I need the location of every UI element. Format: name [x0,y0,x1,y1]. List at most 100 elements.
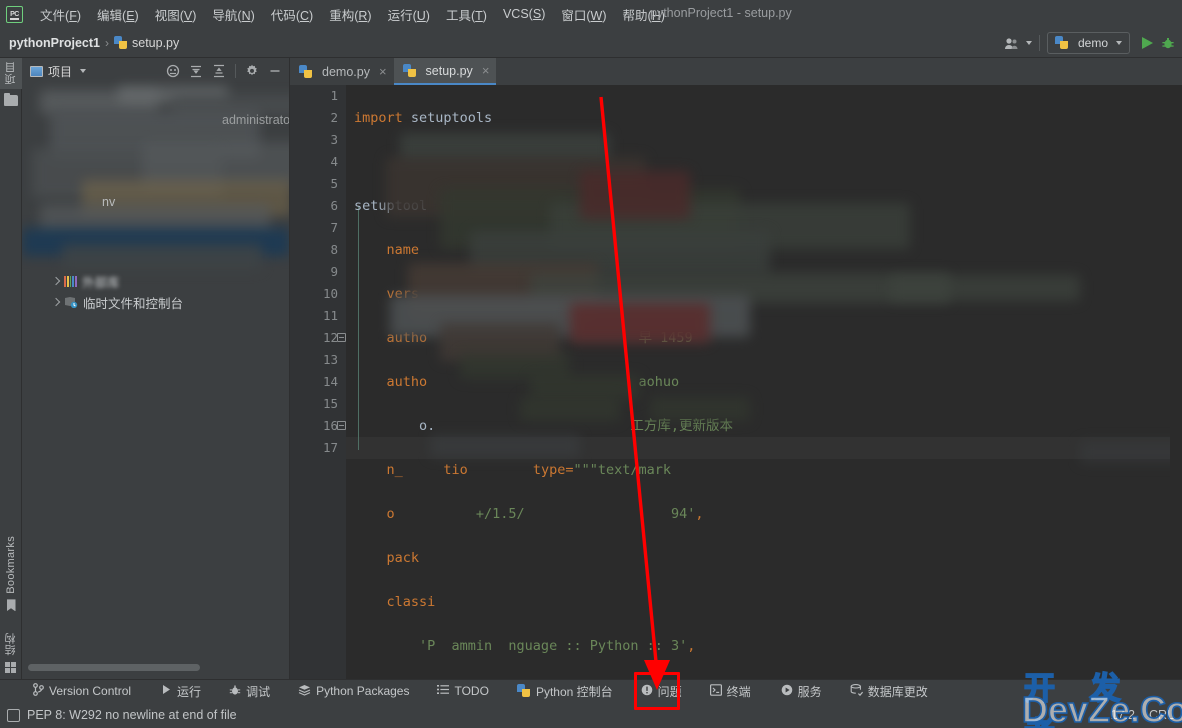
project-tree: administrato nv 外部库 临时文件和控制台 [22,84,289,654]
close-icon[interactable]: × [482,63,490,78]
menu-item-edit[interactable]: 编辑(E) [89,2,147,27]
project-panel-horizontal-scrollbar[interactable] [22,662,289,671]
debug-button[interactable] [1158,32,1178,54]
breadcrumb-file[interactable]: setup.py [132,36,179,50]
menu-item-vcs[interactable]: VCS(S) [495,4,553,24]
bug-icon [229,684,241,699]
run-configuration-selector[interactable]: demo [1046,32,1130,54]
tool-window-terminal[interactable]: 终端 [701,681,760,702]
line-number: 2 [330,110,338,125]
hide-panel-icon[interactable] [265,61,285,81]
code-line-13: 'P ammin nguage :: Python :: 3', [354,638,696,654]
tree-item-external-libraries[interactable]: 外部库 [50,271,120,291]
line-number: 14 [322,374,338,389]
tree-item-label: administrato [222,113,290,127]
tool-window-problems[interactable]: 问题 [632,681,691,702]
tool-window-label: 问题 [657,684,682,699]
branch-icon [33,683,44,699]
chevron-down-icon [1116,41,1122,45]
fold-marker-end[interactable] [337,421,346,430]
tool-window-python-packages[interactable]: Python Packages [289,682,418,701]
menu-label: 工具 [445,8,471,23]
sidebar-item-bookmarks[interactable]: Bookmarks [0,532,22,616]
menu-item-refactor[interactable]: 重构(R) [321,2,379,27]
menu-item-navigate[interactable]: 导航(N) [204,2,262,27]
menu-item-tools[interactable]: 工具(T) [438,2,495,27]
project-window-icon [30,65,43,77]
expand-all-icon[interactable] [186,61,206,81]
tool-window-database-changes[interactable]: 数据库更改 [841,681,937,702]
warning-icon [641,684,653,699]
gear-icon[interactable] [242,61,262,81]
tool-window-label: 运行 [177,684,202,699]
tree-item-scratches-and-consoles[interactable]: 临时文件和控制台 [50,292,183,312]
tab-setup-py[interactable]: setup.py × [393,58,497,85]
status-bar: PEP 8: W292 no newline at end of file 17… [0,702,1182,728]
tool-window-version-control[interactable]: Version Control [24,681,140,701]
packages-icon [298,684,311,699]
tool-window-todo[interactable]: TODO [428,682,497,700]
menu-mnemonic: S [532,7,542,21]
divider [1038,35,1040,51]
menu-item-view[interactable]: 视图(V) [147,2,205,27]
menu-item-file[interactable]: 文件(F) [32,2,89,27]
caret-position[interactable]: 17:2 [1111,708,1135,722]
python-file-icon [114,35,128,50]
line-number: 11 [322,308,338,323]
tool-window-label: Python 控制台 [535,684,613,699]
tool-window-python-console[interactable]: Python 控制台 [508,681,622,702]
code-line-5: vers [354,286,420,302]
code-text: import setuptools setuptool name vers au… [354,85,736,679]
breadcrumb-project[interactable]: pythonProject1 [9,36,100,50]
menu-item-run[interactable]: 运行(U) [380,2,438,27]
tree-item-label: nv [102,195,116,209]
code-line-1: import setuptools [354,110,493,126]
tool-window-services[interactable]: 服务 [772,681,831,702]
sidebar-item-project[interactable]: 项目 [0,58,22,89]
tool-window-run[interactable]: 运行 [152,681,210,702]
sidebar-item-bookmarks-label: Bookmarks [5,535,17,594]
code-editor[interactable]: 1 2 3 4 5 6 7 8 9 10 11 12 13 14 15 16 1… [290,85,1182,679]
line-number: 1 [330,88,338,103]
tree-item-venv[interactable]: nv [102,192,115,212]
error-stripe-marker-bar[interactable] [1170,85,1182,679]
navigation-bar: pythonProject1 › setup.py demo [0,28,1182,58]
tree-item-administrator[interactable]: administrato [222,110,290,130]
menu-label: 窗口 [561,8,587,23]
project-view-selector[interactable]: 项目 [26,61,90,82]
line-number: 8 [330,242,338,257]
line-number: 16 [322,418,338,433]
people-chevron-down-icon[interactable] [1025,41,1032,45]
line-separator[interactable]: CRL [1149,708,1174,722]
project-tool-window: 项目 administrato nv 外部库 临时文件和控制台 [22,58,290,679]
fold-marker-classifiers[interactable] [337,333,346,342]
run-button[interactable] [1136,32,1158,54]
people-icon[interactable] [999,32,1023,54]
navbar-right-controls: demo [999,28,1178,58]
menu-item-window[interactable]: 窗口(W) [553,2,614,27]
tool-window-label: Version Control [49,684,132,698]
play-icon [161,684,172,698]
menu-label: 运行 [387,8,413,23]
inspection-icon [7,708,20,722]
tool-window-debug[interactable]: 调试 [220,681,279,702]
close-icon[interactable]: × [379,64,387,79]
collapse-all-icon[interactable] [209,61,229,81]
line-number: 12 [322,330,338,345]
scroll-from-source-icon[interactable] [163,61,183,81]
code-line-7: autho aohuo [354,374,680,390]
line-number: 5 [330,176,338,191]
editor-gutter[interactable]: 1 2 3 4 5 6 7 8 9 10 11 12 13 14 15 16 1… [290,85,346,679]
python-file-icon [299,64,313,79]
list-icon [437,684,450,698]
sidebar-item-commit[interactable] [0,89,22,110]
tab-demo-py[interactable]: demo.py × [290,58,394,85]
status-message: PEP 8: W292 no newline at end of file [27,708,237,722]
chevron-right-icon[interactable] [50,296,62,308]
sidebar-item-structure[interactable]: 结构 [0,629,22,677]
menu-item-code[interactable]: 代码(C) [263,2,321,27]
menu-label: 导航 [212,8,238,23]
menu-mnemonic: E [126,8,135,23]
chevron-right-icon[interactable] [50,275,62,287]
